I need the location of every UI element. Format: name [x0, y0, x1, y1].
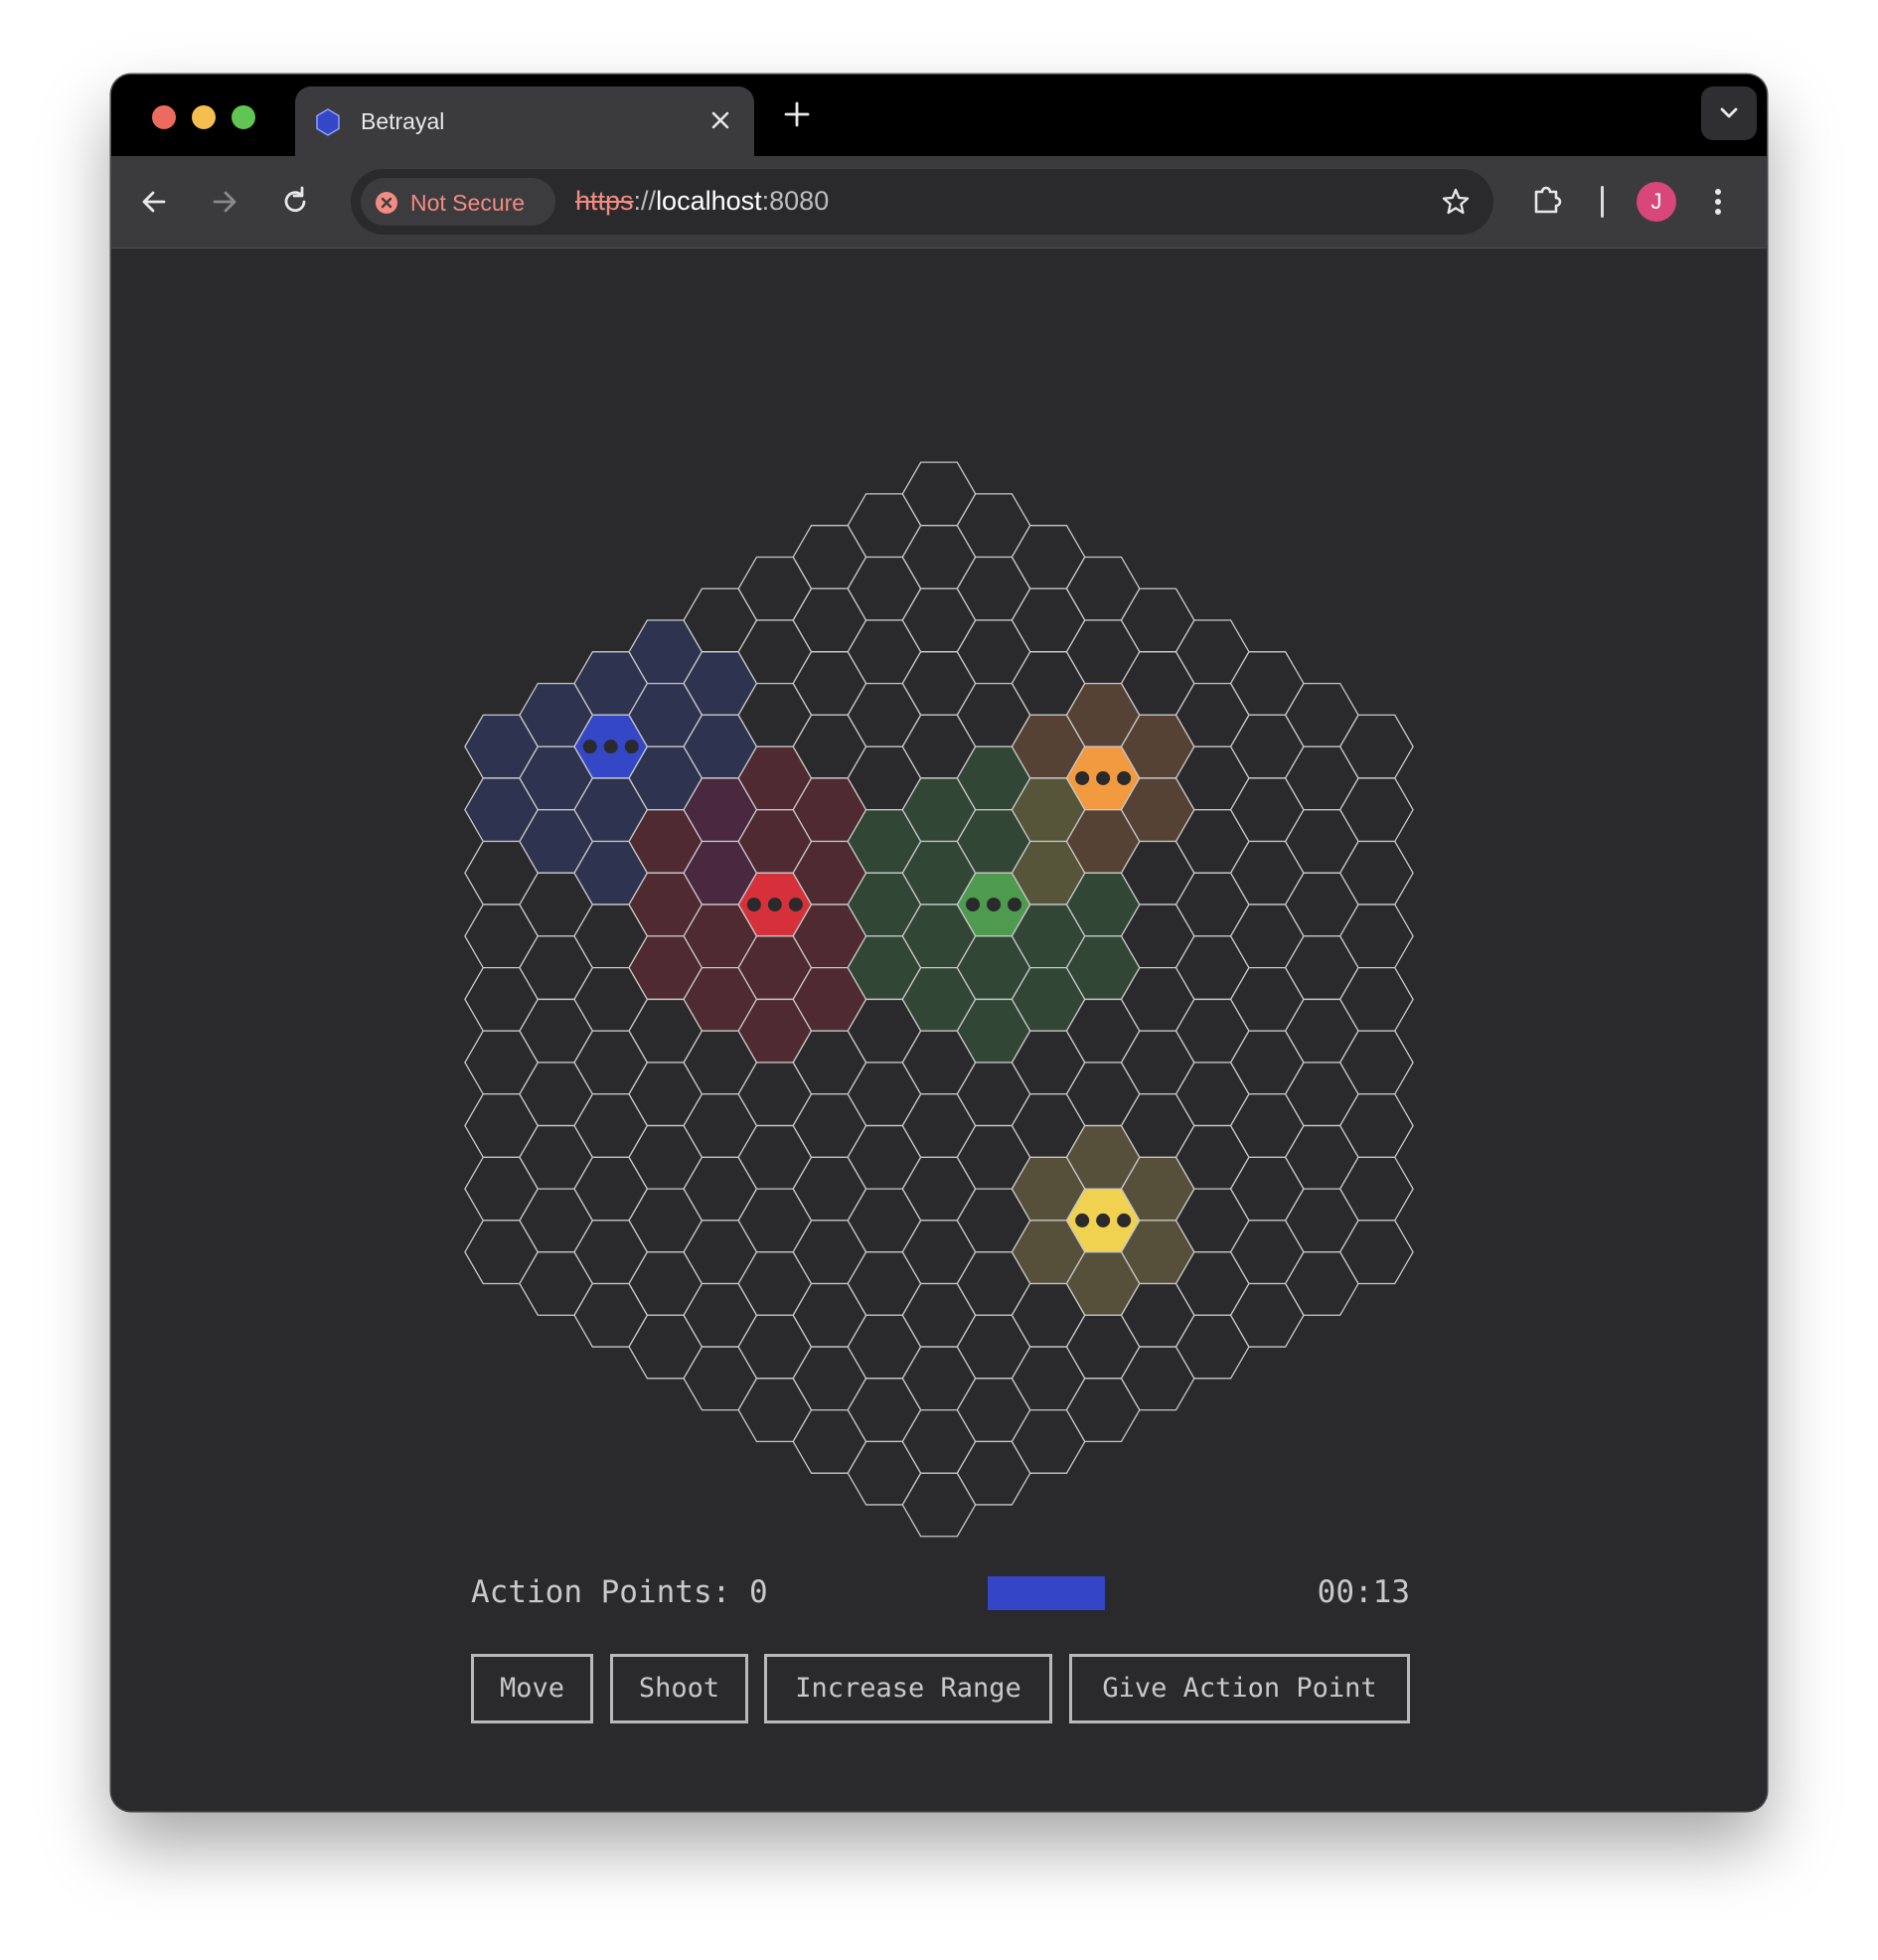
more-menu-icon[interactable] [1698, 182, 1738, 222]
action-points-label: Action Points: 0 [471, 1574, 768, 1610]
token-dot [1075, 1213, 1090, 1227]
token-dot [1096, 770, 1111, 785]
address-bar[interactable]: Not Secure https://localhost:8080 [351, 169, 1493, 235]
token-dot [788, 898, 803, 912]
shoot-button[interactable]: Shoot [610, 1654, 748, 1723]
new-tab-button[interactable] [777, 94, 817, 134]
token-dot [603, 739, 618, 754]
token-dot [1096, 1213, 1111, 1227]
profile-avatar[interactable]: J [1637, 182, 1676, 222]
tab-betrayal[interactable]: Betrayal [295, 86, 754, 156]
url-separator: :// [633, 186, 657, 216]
token-dot [1008, 898, 1022, 912]
player-token-orange[interactable] [1075, 770, 1132, 785]
title-bar: Betrayal [111, 75, 1767, 156]
zoom-window-button[interactable] [232, 105, 255, 129]
url-host: localhost [656, 186, 762, 216]
player-token-yellow[interactable] [1075, 1213, 1132, 1227]
minimize-window-button[interactable] [192, 105, 216, 129]
move-button[interactable]: Move [471, 1654, 593, 1723]
browser-window: Betrayal Not Secure https://localhost:80… [111, 75, 1767, 1811]
current-player-indicator [988, 1576, 1105, 1610]
security-label: Not Secure [410, 190, 526, 216]
security-chip[interactable]: Not Secure [361, 178, 555, 226]
player-token-green[interactable] [966, 898, 1022, 912]
token-dot [1117, 770, 1132, 785]
player-token-red[interactable] [746, 898, 803, 912]
reload-icon[interactable] [275, 182, 315, 222]
player-token-blue[interactable] [582, 739, 639, 754]
browser-toolbar: Not Secure https://localhost:8080 J [111, 156, 1767, 248]
token-dot [1075, 770, 1090, 785]
bookmark-star-icon[interactable] [1440, 186, 1472, 218]
turn-timer: 00:13 [1317, 1574, 1410, 1610]
chevron-down-icon [1720, 107, 1738, 118]
url-scheme: https [575, 186, 634, 216]
token-dot [1117, 1213, 1132, 1227]
tab-search-button[interactable] [1701, 86, 1757, 140]
url-text: https://localhost:8080 [575, 186, 829, 217]
hexagon-favicon-icon [316, 108, 340, 136]
give-action-point-button[interactable]: Give Action Point [1069, 1654, 1410, 1723]
toolbar-divider [1601, 186, 1604, 218]
token-dot [624, 739, 639, 754]
status-row: Action Points: 0 00:13 [471, 1572, 1410, 1616]
token-dot [987, 898, 1002, 912]
token-dot [966, 898, 981, 912]
close-tab-icon[interactable] [704, 103, 736, 137]
token-dot [746, 898, 761, 912]
not-secure-icon [376, 192, 397, 214]
url-port: :8080 [761, 186, 830, 216]
back-arrow-icon[interactable] [134, 182, 174, 222]
token-dot [582, 739, 597, 754]
increase-range-button[interactable]: Increase Range [764, 1654, 1052, 1723]
page-content: Action Points: 0 00:13 Move Shoot Increa… [111, 248, 1767, 1811]
token-dot [767, 898, 782, 912]
hex-board[interactable] [111, 248, 1767, 1541]
close-window-button[interactable] [152, 105, 176, 129]
extensions-puzzle-icon[interactable] [1527, 180, 1567, 220]
tab-title: Betrayal [361, 108, 445, 134]
forward-arrow-icon[interactable] [205, 182, 244, 222]
